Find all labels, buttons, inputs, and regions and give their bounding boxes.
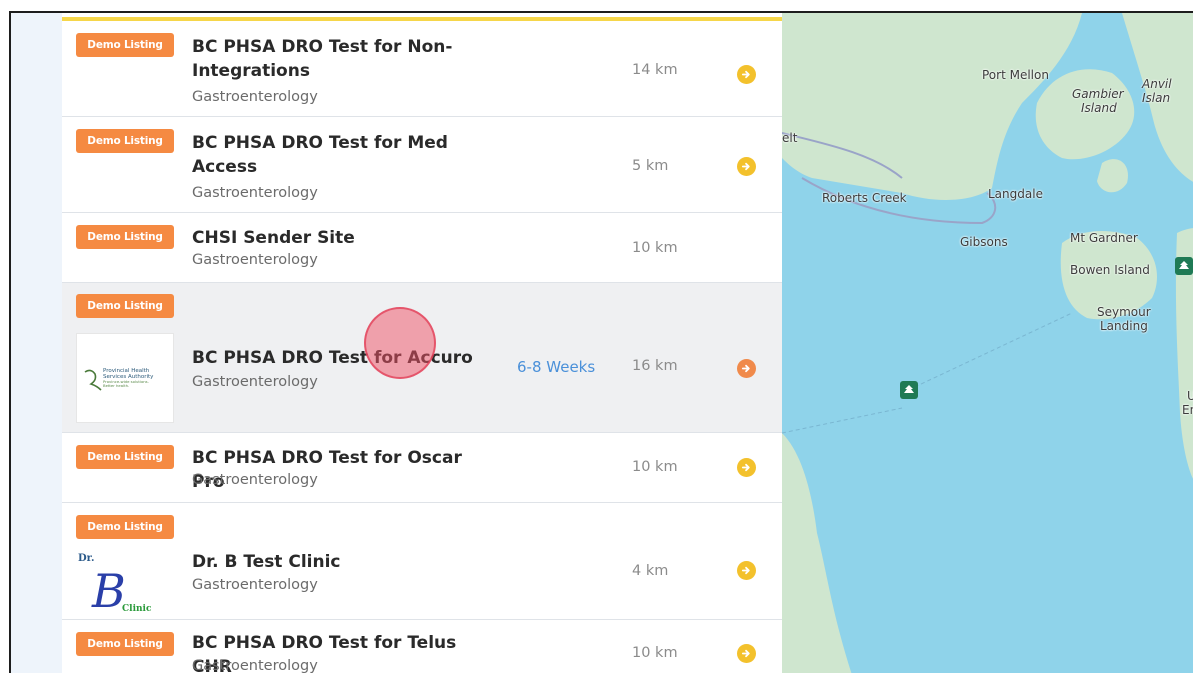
listing-specialty: Gastroenterology bbox=[192, 252, 318, 268]
click-indicator bbox=[364, 307, 436, 379]
demo-listing-badge: Demo Listing bbox=[76, 225, 174, 249]
listing-specialty: Gastroenterology bbox=[192, 577, 318, 593]
list-item[interactable]: Demo Listing BC PHSA DRO Test for Oscar … bbox=[62, 433, 782, 503]
map-terrain bbox=[782, 13, 1193, 673]
listing-distance: 4 km bbox=[632, 563, 669, 579]
dr-b-clinic-logo: Dr. B Clinic bbox=[76, 541, 174, 618]
map-label: En bbox=[1182, 403, 1193, 417]
listing-specialty: Gastroenterology bbox=[192, 472, 318, 488]
listing-distance: 10 km bbox=[632, 240, 678, 256]
go-arrow-icon[interactable] bbox=[737, 644, 756, 663]
demo-listing-badge: Demo Listing bbox=[76, 515, 174, 539]
listing-distance: 14 km bbox=[632, 62, 678, 78]
map-label: Landing bbox=[1100, 319, 1148, 333]
left-gutter bbox=[11, 13, 62, 673]
map-label: Langdale bbox=[988, 187, 1043, 201]
demo-listing-badge: Demo Listing bbox=[76, 445, 174, 469]
go-arrow-icon[interactable] bbox=[737, 157, 756, 176]
map-label: elt bbox=[782, 131, 798, 145]
demo-listing-badge: Demo Listing bbox=[76, 33, 174, 57]
listing-specialty: Gastroenterology bbox=[192, 89, 318, 105]
map-label: Mt Gardner bbox=[1070, 231, 1138, 245]
map-label: Anvil Islan bbox=[1142, 77, 1172, 105]
go-arrow-icon[interactable] bbox=[737, 65, 756, 84]
map-label: Seymour bbox=[1097, 305, 1151, 319]
listing-specialty: Gastroenterology bbox=[192, 374, 318, 390]
svg-text:B: B bbox=[91, 564, 126, 613]
go-arrow-icon[interactable] bbox=[737, 359, 756, 378]
map-view[interactable]: Port Mellon Gambier Island Anvil Islan e… bbox=[782, 13, 1193, 673]
map-label: Island bbox=[1081, 101, 1117, 115]
map-label: Port Mellon bbox=[982, 68, 1049, 82]
svg-text:Dr.: Dr. bbox=[78, 553, 95, 564]
listing-specialty: Gastroenterology bbox=[192, 658, 318, 673]
go-arrow-icon[interactable] bbox=[737, 561, 756, 580]
list-item[interactable]: Demo Listing BC PHSA DRO Test for Med Ac… bbox=[62, 117, 782, 213]
map-label: Roberts Creek bbox=[822, 191, 907, 205]
go-arrow-icon[interactable] bbox=[737, 458, 756, 477]
listing-name[interactable]: BC PHSA DRO Test for Non-Integrations bbox=[192, 35, 482, 83]
listing-name[interactable]: BC PHSA DRO Test for Accuro bbox=[192, 346, 482, 370]
listing-distance: 10 km bbox=[632, 459, 678, 475]
map-label: Gambier bbox=[1072, 87, 1124, 101]
map-label: Gibsons bbox=[960, 235, 1008, 249]
svg-text:Clinic: Clinic bbox=[122, 604, 152, 613]
listing-name[interactable]: Dr. B Test Clinic bbox=[192, 550, 482, 574]
list-item[interactable]: Demo Listing Dr. B Clinic Dr. B Test Cli… bbox=[62, 503, 782, 620]
map-label: Bowen Island bbox=[1070, 263, 1150, 277]
listing-distance: 10 km bbox=[632, 645, 678, 661]
listing-distance: 16 km bbox=[632, 358, 678, 374]
phsa-logo: Provincial Health Services Authority Pro… bbox=[76, 333, 174, 423]
demo-listing-badge: Demo Listing bbox=[76, 632, 174, 656]
listing-name[interactable]: CHSI Sender Site bbox=[192, 226, 482, 250]
list-item[interactable]: Demo Listing BC PHSA DRO Test for Non-In… bbox=[62, 21, 782, 117]
listing-specialty: Gastroenterology bbox=[192, 185, 318, 201]
svg-text:Better health.: Better health. bbox=[103, 383, 129, 388]
listing-distance: 5 km bbox=[632, 158, 669, 174]
wait-time: 6-8 Weeks bbox=[517, 358, 596, 376]
demo-listing-badge: Demo Listing bbox=[76, 129, 174, 153]
list-item[interactable]: Demo Listing BC PHSA DRO Test for Telus … bbox=[62, 620, 782, 673]
listing-name[interactable]: BC PHSA DRO Test for Med Access bbox=[192, 131, 482, 179]
listing-panel[interactable]: Demo Listing BC PHSA DRO Test for Non-In… bbox=[62, 13, 782, 673]
map-label: U bbox=[1187, 389, 1193, 403]
screen-frame: Demo Listing BC PHSA DRO Test for Non-In… bbox=[9, 11, 1193, 673]
list-item[interactable]: Demo Listing CHSI Sender Site Gastroente… bbox=[62, 213, 782, 283]
demo-listing-badge: Demo Listing bbox=[76, 294, 174, 318]
